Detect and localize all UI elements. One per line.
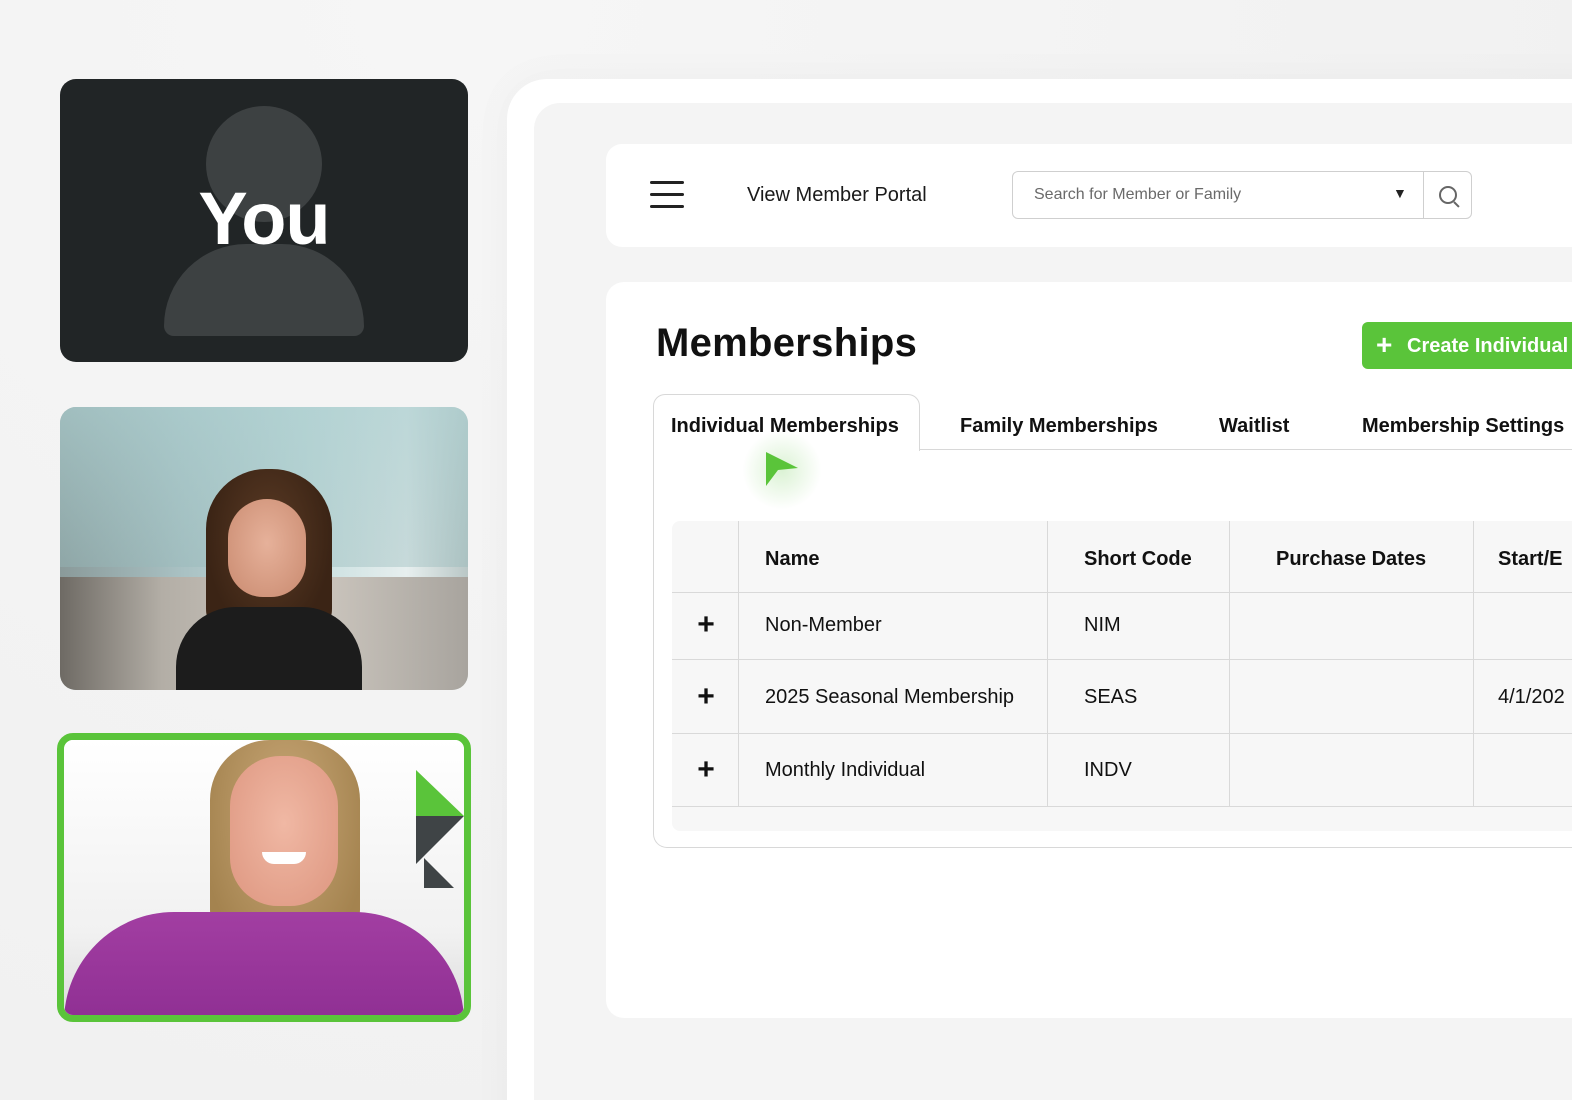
table-cell-start-end: 4/1/202 (1498, 686, 1565, 708)
participant-figure (176, 607, 362, 690)
page-title: Memberships (656, 321, 918, 365)
search-button[interactable] (1423, 172, 1473, 218)
brand-decoration (416, 770, 464, 816)
participant-face (228, 499, 306, 597)
brand-decoration (416, 816, 464, 864)
participant-figure (64, 912, 464, 1015)
tab-membership-settings[interactable]: Membership Settings (1362, 412, 1564, 440)
table-cell-name: 2025 Seasonal Membership (765, 686, 1015, 708)
expand-row-icon[interactable]: + (691, 610, 721, 640)
tab-waitlist[interactable]: Waitlist (1219, 412, 1289, 440)
memberships-table: Name Short Code Purchase Dates Start/E +… (672, 521, 1572, 831)
active-speaker-video-tile (57, 733, 471, 1022)
table-cell-name: Non-Member (765, 614, 882, 636)
chevron-down-icon[interactable]: ▼ (1393, 185, 1407, 201)
table-cell-name: Monthly Individual (765, 759, 926, 781)
self-label: You (198, 177, 330, 260)
expand-row-icon[interactable]: + (691, 755, 721, 785)
column-header-start-end[interactable]: Start/E (1498, 546, 1562, 572)
participant-face (230, 756, 338, 906)
column-header-name[interactable]: Name (765, 546, 819, 572)
member-search: ▼ (1012, 171, 1472, 219)
table-cell-short-code: SEAS (1084, 686, 1138, 708)
table-cell-short-code: NIM (1084, 614, 1121, 636)
column-header-short-code[interactable]: Short Code (1084, 546, 1192, 572)
expand-row-icon[interactable]: + (691, 682, 721, 712)
view-member-portal-link[interactable]: View Member Portal (747, 182, 927, 208)
column-header-purchase-dates[interactable]: Purchase Dates (1276, 546, 1426, 572)
plus-icon: + (1376, 329, 1393, 360)
tab-divider (919, 449, 1572, 450)
cursor-icon (766, 452, 798, 486)
table-cell-short-code: INDV (1084, 759, 1132, 781)
menu-icon[interactable] (650, 181, 684, 209)
participant-video-tile (60, 407, 468, 690)
brand-decoration (424, 858, 454, 888)
search-input[interactable] (1013, 172, 1393, 218)
create-individual-button[interactable]: + Create Individual (1362, 322, 1572, 369)
participant-figure (262, 852, 306, 864)
self-video-tile: You (60, 79, 468, 362)
create-button-label: Create Individual (1407, 335, 1569, 357)
screen: You View Member Portal ▼ Memberships (0, 0, 1572, 1100)
tab-family-memberships[interactable]: Family Memberships (960, 412, 1158, 440)
